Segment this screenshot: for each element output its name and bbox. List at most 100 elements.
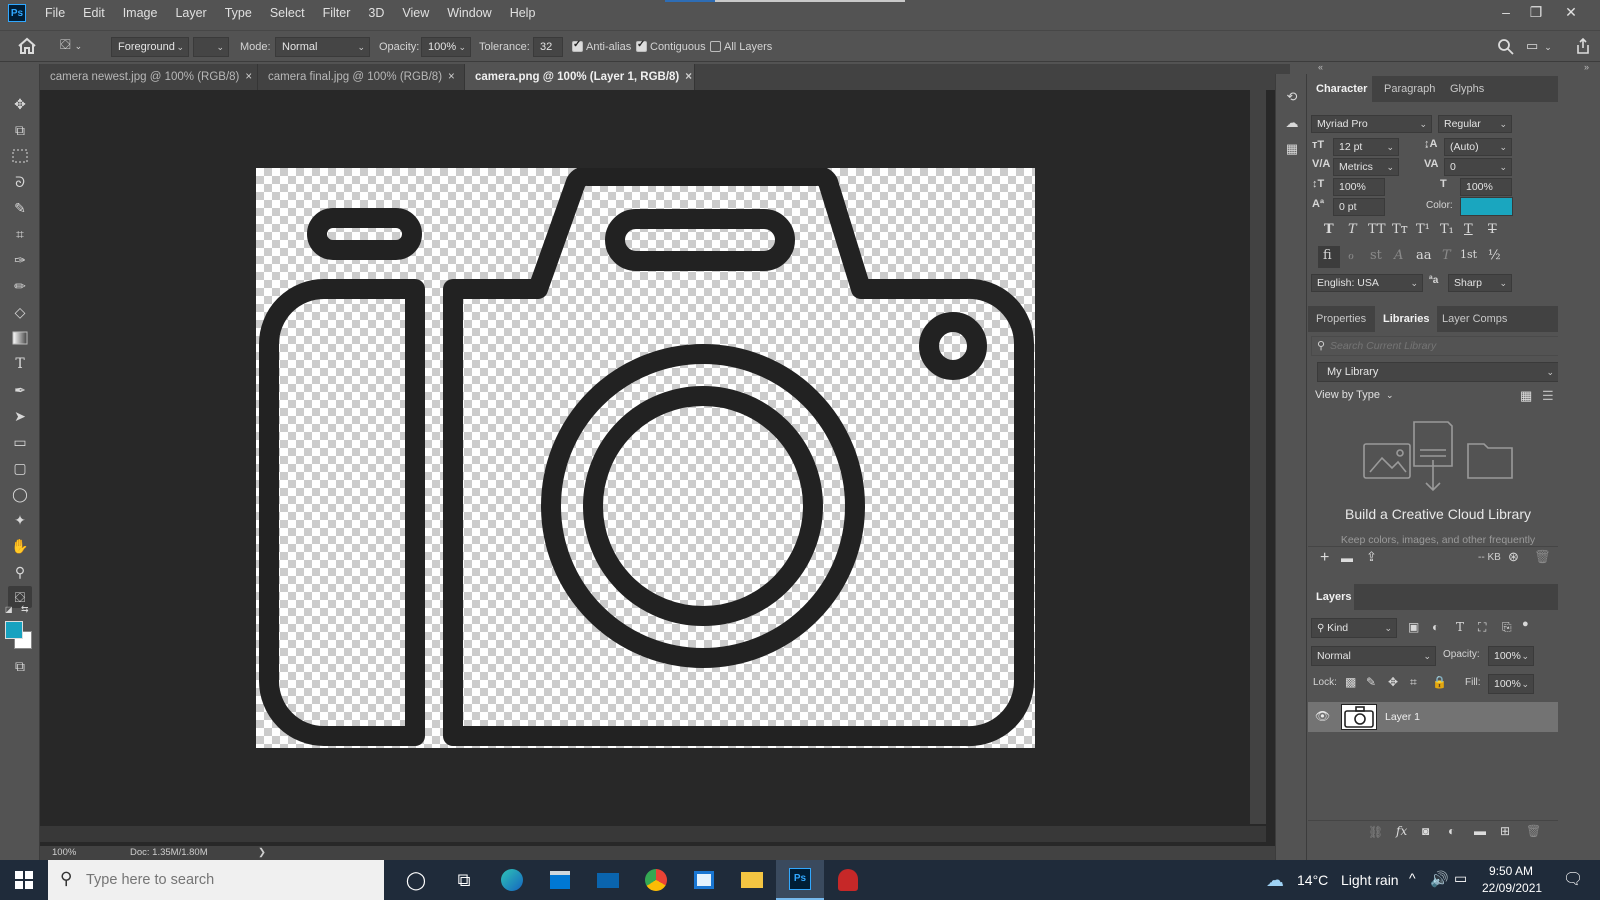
layer-blend-mode-select[interactable]: Normal ⌄ (1311, 646, 1436, 666)
share-icon[interactable] (1574, 37, 1592, 55)
eyedropper-tool-icon[interactable]: ✑ (8, 249, 32, 271)
vertical-scrollbar[interactable] (1250, 90, 1266, 824)
filter-type-icon[interactable]: T (1456, 620, 1464, 634)
tab-close-icon[interactable]: × (685, 71, 692, 83)
gradient-tool-icon[interactable] (8, 327, 32, 349)
tab-close-icon[interactable]: × (448, 71, 455, 83)
all-caps-button[interactable]: TT (1368, 222, 1386, 237)
menu-help[interactable]: Help (501, 6, 545, 20)
lock-transparent-icon[interactable]: ▩ (1345, 675, 1356, 689)
view-by-select[interactable]: View by Type ⌄ (1315, 389, 1394, 401)
upload-icon[interactable]: ⇪ (1366, 549, 1377, 565)
swap-colors-icon[interactable]: ⇆ (21, 604, 29, 615)
network-icon[interactable]: ▭ (1454, 870, 1467, 887)
library-search-input[interactable] (1330, 339, 1580, 353)
tab-properties[interactable]: Properties (1308, 306, 1374, 332)
notifications-icon[interactable]: 🗨 (1563, 869, 1583, 889)
mail-icon[interactable] (584, 860, 632, 900)
layer-style-icon[interactable]: fx (1396, 824, 1407, 838)
language-select[interactable]: English: USA ⌄ (1311, 274, 1423, 292)
pen-tool-icon[interactable]: ✒ (8, 379, 32, 401)
filter-smart-object-icon[interactable]: ⎘ (1502, 620, 1512, 635)
library-search-field[interactable]: ⚲ ⌄ (1311, 336, 1597, 356)
minimize-icon[interactable]: – (1490, 0, 1522, 24)
taskbar-search-box[interactable]: ⚲ (48, 860, 384, 900)
weather-icon[interactable]: ☁ (1266, 870, 1284, 891)
clock-time[interactable]: 9:50 AM (1489, 864, 1533, 878)
close-icon[interactable]: ✕ (1555, 0, 1587, 24)
edge-icon[interactable] (488, 860, 536, 900)
fill-source-select[interactable]: Foreground ⌄ (111, 37, 189, 57)
menu-edit[interactable]: Edit (74, 6, 114, 20)
tab-layer-comps[interactable]: Layer Comps (1434, 306, 1515, 332)
tab-camera-png[interactable]: camera.png @ 100% (Layer 1, RGB/8) × (465, 64, 695, 90)
ligatures-button[interactable]: ﬁ (1323, 248, 1332, 263)
screen-mode-icon[interactable]: ⧉ (8, 655, 32, 677)
mode-select[interactable]: Normal ⌄ (275, 37, 370, 57)
volume-icon[interactable]: 🔊 (1430, 870, 1449, 888)
tab-paragraph[interactable]: Paragraph (1376, 76, 1443, 102)
status-menu-arrow-icon[interactable]: ❯ (258, 847, 266, 858)
tray-chevron-icon[interactable]: ^ (1409, 870, 1416, 886)
layer-filter-kind[interactable]: ⚲ Kind ⌄ (1311, 618, 1397, 638)
tab-layers[interactable]: Layers (1308, 584, 1354, 610)
adjustment-layer-icon[interactable]: ◐ (1448, 824, 1455, 838)
home-icon[interactable] (16, 36, 38, 56)
menu-file[interactable]: File (36, 6, 74, 20)
hand-tool-icon[interactable]: ✋ (8, 535, 32, 557)
document-canvas[interactable] (256, 165, 1035, 748)
ordinals-button[interactable]: 1st (1460, 248, 1477, 261)
superscript-button[interactable]: T¹ (1416, 222, 1430, 237)
antialias-select[interactable]: Sharp ⌄ (1448, 274, 1512, 292)
tab-camera-newest[interactable]: camera newest.jpg @ 100% (RGB/8) × (40, 64, 258, 90)
list-view-icon[interactable]: ☰ (1542, 388, 1554, 404)
menu-filter[interactable]: Filter (314, 6, 360, 20)
rounded-rectangle-tool-icon[interactable]: ▢ (8, 457, 32, 479)
task-view-icon[interactable]: ⧉ (440, 860, 488, 900)
tracking-field[interactable]: 0 ⌄ (1444, 158, 1512, 176)
eraser-tool-icon[interactable]: ◇ (8, 301, 32, 323)
history-icon[interactable]: ⟲ (1283, 88, 1301, 106)
new-layer-icon[interactable]: ⊞ (1500, 824, 1510, 838)
opacity-field[interactable]: 100% ⌄ (421, 37, 471, 57)
horizontal-scale-field[interactable]: 100% (1460, 178, 1512, 196)
baseline-shift-field[interactable]: 0 pt (1333, 198, 1385, 216)
add-element-icon[interactable]: + (1320, 549, 1329, 567)
libraries-icon[interactable]: ☁ (1283, 114, 1301, 132)
library-select[interactable]: My Library ⌄ (1317, 362, 1559, 382)
strikethrough-button[interactable]: T (1488, 222, 1497, 237)
eye-icon[interactable]: 👁 (1315, 709, 1330, 723)
layer-opacity-field[interactable]: 100% ⌄ (1488, 646, 1534, 666)
tab-character[interactable]: Character (1308, 76, 1372, 102)
anti-alias-checkbox[interactable] (572, 39, 583, 52)
filter-adjustment-icon[interactable]: ◐ (1432, 620, 1439, 634)
app-window-icon[interactable] (680, 860, 728, 900)
grid-view-icon[interactable]: ▦ (1520, 388, 1532, 404)
lock-artboard-icon[interactable]: ⌗ (1410, 675, 1417, 690)
snip-tool-icon[interactable] (824, 860, 872, 900)
rectangle-tool-icon[interactable]: ▭ (8, 431, 32, 453)
ellipse-tool-icon[interactable]: ◯ (8, 483, 32, 505)
search-icon[interactable] (1497, 38, 1515, 56)
menu-image[interactable]: Image (114, 6, 167, 20)
store-icon[interactable] (536, 860, 584, 900)
menu-3d[interactable]: 3D (359, 6, 393, 20)
workspace-icon[interactable]: ▭ ⌄ (1526, 38, 1558, 56)
faux-italic-button[interactable]: T (1348, 222, 1357, 237)
folder-icon[interactable]: ▬ (1341, 551, 1353, 565)
subscript-button[interactable]: T₁ (1440, 222, 1454, 237)
font-family-select[interactable]: Myriad Pro ⌄ (1311, 115, 1432, 133)
fractions-button[interactable]: ½ (1488, 248, 1501, 263)
marquee-tool-icon[interactable] (8, 145, 32, 167)
file-explorer-icon[interactable] (728, 860, 776, 900)
tab-close-icon[interactable]: × (245, 71, 252, 83)
delete-layer-icon[interactable]: 🗑 (1526, 824, 1541, 838)
weather-temp[interactable]: 14°C (1297, 872, 1328, 888)
chrome-icon[interactable] (632, 860, 680, 900)
layer-fill-field[interactable]: 100% ⌄ (1488, 674, 1534, 694)
menu-layer[interactable]: Layer (166, 6, 215, 20)
tab-camera-final[interactable]: camera final.jpg @ 100% (RGB/8) × (258, 64, 465, 90)
lock-all-icon[interactable]: 🔒 (1432, 675, 1447, 689)
leading-field[interactable]: (Auto) ⌄ (1444, 138, 1512, 156)
kerning-field[interactable]: Metrics ⌄ (1333, 158, 1399, 176)
